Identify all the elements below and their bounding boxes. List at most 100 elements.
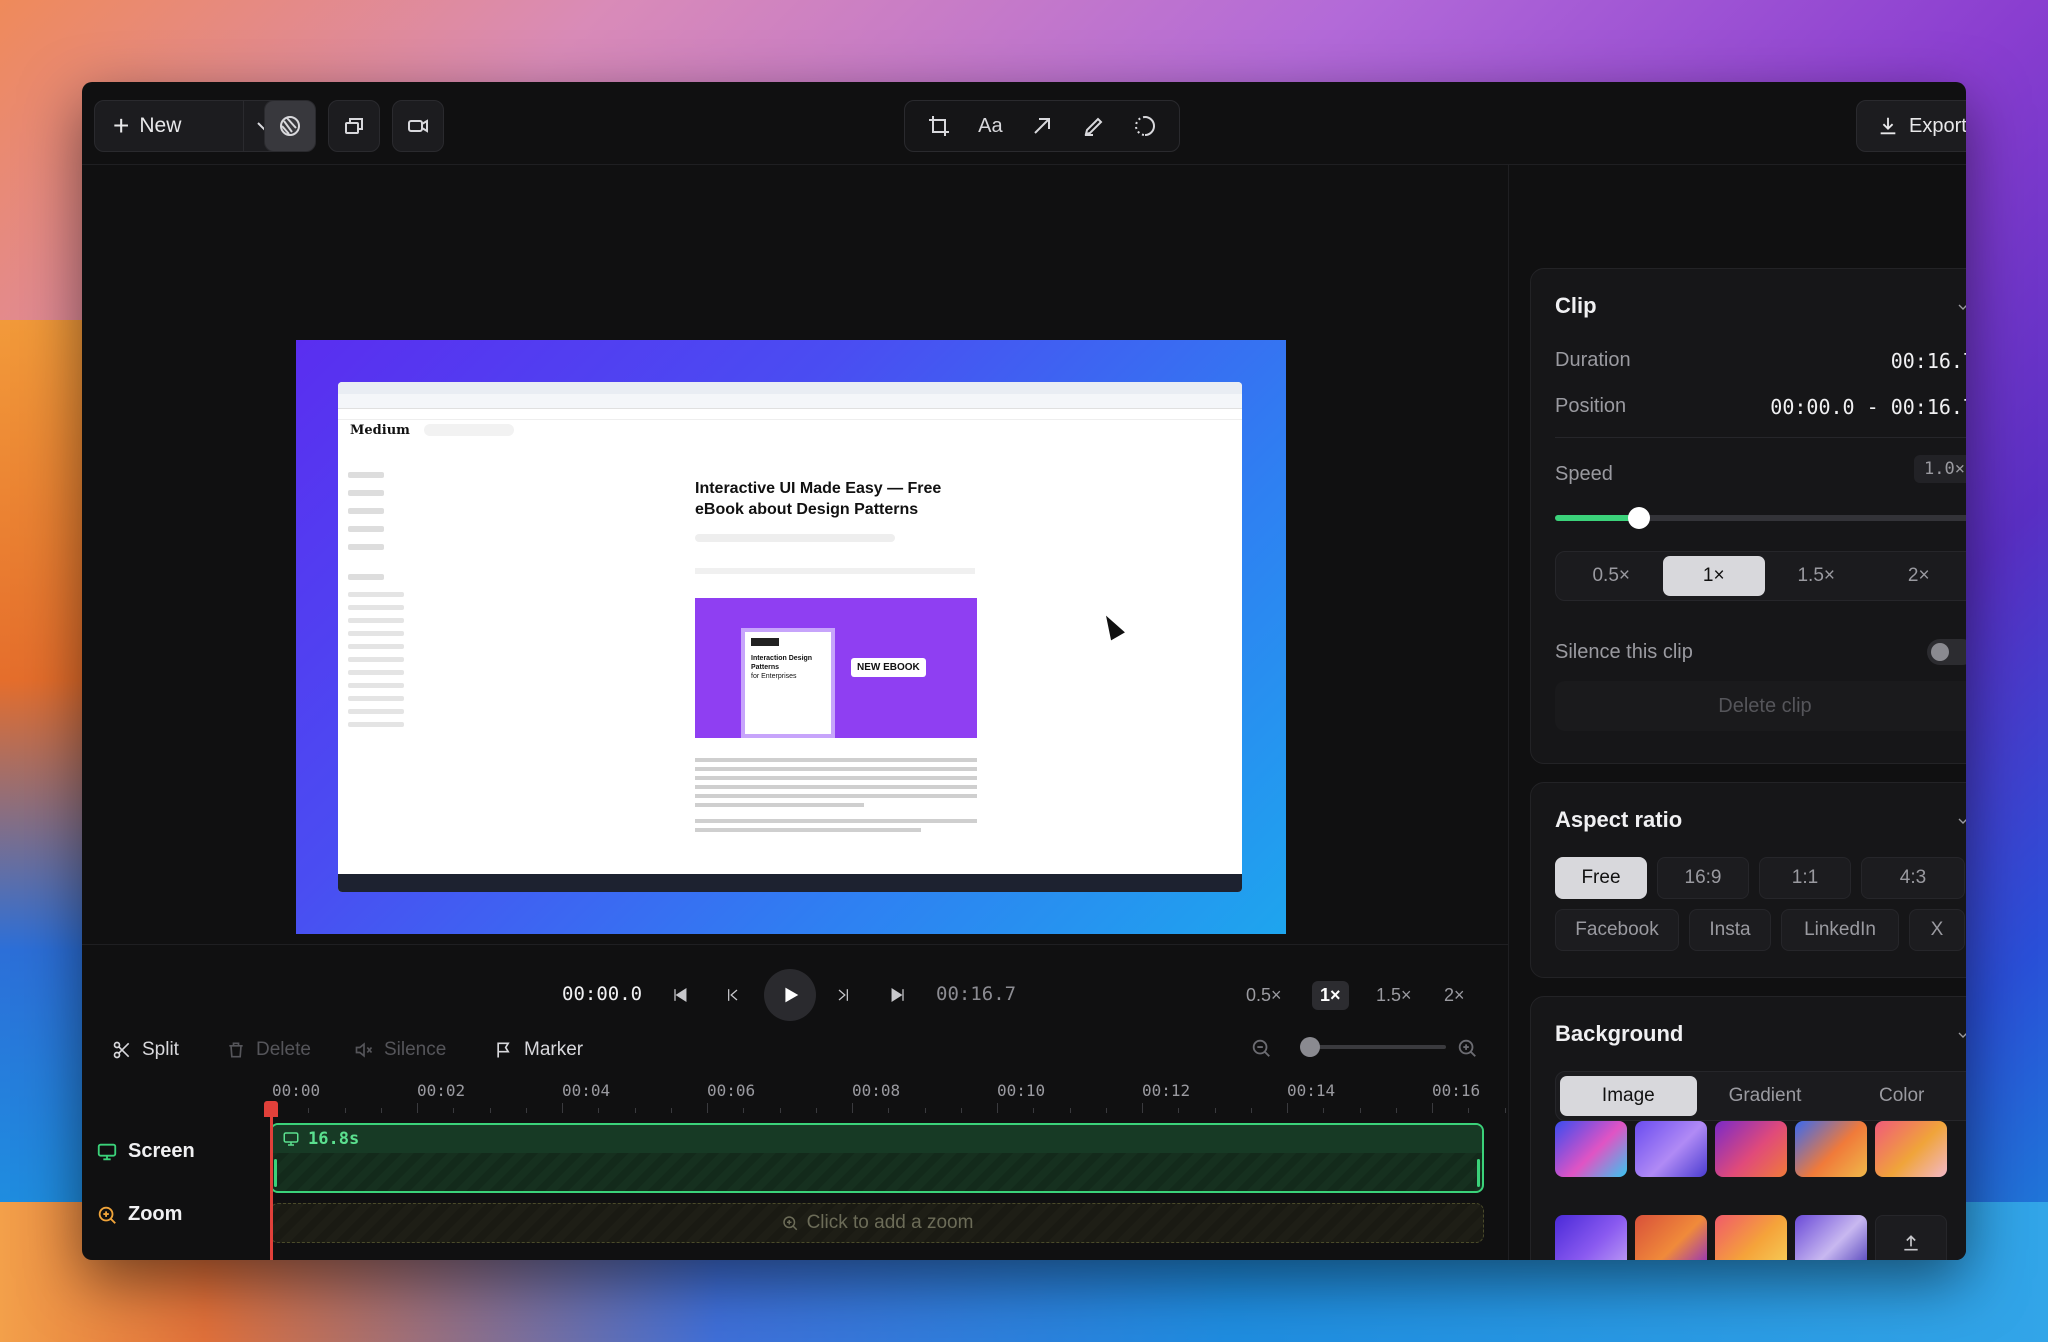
- timeline-tick: [380, 1108, 382, 1113]
- silence-label: Silence: [384, 1039, 447, 1060]
- aspect-insta[interactable]: Insta: [1689, 909, 1771, 951]
- mode-record-screen-button[interactable]: [264, 100, 316, 152]
- text-icon: Aa: [978, 114, 1003, 137]
- arrow-tool[interactable]: [1022, 106, 1062, 146]
- bg-tab-image[interactable]: Image: [1560, 1076, 1697, 1116]
- zoom-in-icon: [782, 1216, 797, 1231]
- mode-window-button[interactable]: [328, 100, 380, 152]
- text-tool[interactable]: Aa: [970, 106, 1010, 146]
- speed-0.5x[interactable]: 0.5×: [1238, 981, 1290, 1010]
- background-swatch[interactable]: [1635, 1215, 1707, 1260]
- clip-collapse-button[interactable]: [1955, 299, 1966, 315]
- chevron-down-icon: [1958, 1032, 1966, 1038]
- background-collapse-button[interactable]: [1955, 1027, 1966, 1043]
- clip-end-handle[interactable]: [1477, 1159, 1480, 1187]
- play-button[interactable]: [764, 969, 816, 1021]
- timeline-zoom-slider[interactable]: [1306, 1045, 1446, 1049]
- step-forward-icon: [838, 989, 848, 1001]
- editor-window: + New Aa Export Medium Interactive UI Ma…: [82, 82, 1966, 1260]
- step-back-icon: [728, 989, 738, 1001]
- clip-speed-2x[interactable]: 2×: [1868, 556, 1967, 596]
- delete-button[interactable]: Delete: [226, 1039, 311, 1061]
- timeline-tick: [779, 1108, 781, 1113]
- timeline-tick-label: 00:10: [997, 1081, 1046, 1100]
- timeline-tick-label: 00:08: [852, 1081, 901, 1100]
- playhead[interactable]: [270, 1115, 273, 1260]
- timeline-tick: [1359, 1108, 1361, 1113]
- blur-tool[interactable]: [1125, 106, 1165, 146]
- clip-speed-1.5x[interactable]: 1.5×: [1765, 556, 1868, 596]
- aspect-x[interactable]: X: [1909, 909, 1965, 951]
- clip-speed-1x[interactable]: 1×: [1662, 556, 1765, 596]
- new-ebook-badge: NEW EBOOK: [851, 658, 926, 677]
- timeline-tick: [634, 1108, 636, 1113]
- background-swatch[interactable]: [1635, 1121, 1707, 1177]
- player-timeline: 00:00.0 00:16.7 0.5× 1× 1.5× 2× Split De…: [82, 944, 1542, 1260]
- zoom-out-button[interactable]: [1250, 1037, 1272, 1059]
- frame-back-button[interactable]: [714, 977, 750, 1013]
- toolbar: + New Aa Export: [82, 82, 1966, 165]
- aspect-4-3[interactable]: 4:3: [1861, 857, 1965, 899]
- background-swatch[interactable]: [1555, 1215, 1627, 1260]
- mode-camera-button[interactable]: [392, 100, 444, 152]
- new-button[interactable]: + New: [94, 100, 244, 152]
- delete-label: Delete: [256, 1039, 311, 1060]
- timeline-ruler[interactable]: 00:00 00:02 00:04 00:06 00:08 00:10 00:12 00:14…: [272, 1081, 1562, 1113]
- video-preview[interactable]: Medium Interactive UI Made Easy — Free e…: [296, 340, 1286, 934]
- skip-start-button[interactable]: [662, 977, 698, 1013]
- marker-button[interactable]: Marker: [494, 1039, 583, 1061]
- background-swatch[interactable]: [1795, 1215, 1867, 1260]
- delete-clip-button[interactable]: Delete clip: [1555, 681, 1966, 731]
- timeline-tick: [1432, 1103, 1433, 1113]
- bg-tab-gradient[interactable]: Gradient: [1697, 1076, 1834, 1116]
- split-button[interactable]: Split: [112, 1039, 179, 1061]
- canvas-area: Medium Interactive UI Made Easy — Free e…: [82, 164, 1509, 944]
- timeline-tick-label: 00:14: [1287, 1081, 1336, 1100]
- clip-duration: 16.8s: [308, 1129, 360, 1149]
- aspect-collapse-button[interactable]: [1955, 813, 1966, 829]
- export-button[interactable]: Export: [1856, 100, 1966, 152]
- trash-icon: [229, 1042, 243, 1058]
- speed-slider-knob[interactable]: [1628, 507, 1651, 529]
- timeline-tick: [1214, 1108, 1216, 1113]
- highlighter-tool[interactable]: [1074, 106, 1114, 146]
- camera-icon: [408, 119, 428, 133]
- aspect-16-9[interactable]: 16:9: [1657, 857, 1749, 899]
- crop-tool[interactable]: [919, 106, 959, 146]
- upload-background-button[interactable]: [1875, 1215, 1947, 1260]
- position-label: Position: [1555, 395, 1627, 417]
- site-search: [423, 424, 514, 436]
- clip-speed-0.5x[interactable]: 0.5×: [1560, 556, 1663, 596]
- clip-speed-options: 0.5× 1× 1.5× 2×: [1555, 551, 1966, 601]
- silence-clip-toggle[interactable]: [1927, 639, 1966, 665]
- speed-1.5x[interactable]: 1.5×: [1368, 981, 1420, 1010]
- background-swatch[interactable]: [1795, 1121, 1867, 1177]
- zoom-in-button[interactable]: [1456, 1037, 1478, 1059]
- clip-start-handle[interactable]: [274, 1159, 277, 1187]
- skip-back-icon: [674, 988, 687, 1002]
- background-swatch[interactable]: [1715, 1121, 1787, 1177]
- monitor-icon: [97, 1143, 117, 1160]
- mute-icon: [355, 1042, 373, 1058]
- silence-button[interactable]: Silence: [354, 1039, 446, 1061]
- add-zoom-area[interactable]: Click to add a zoom: [270, 1203, 1484, 1243]
- timeline-tick: [743, 1108, 745, 1113]
- aspect-facebook[interactable]: Facebook: [1555, 909, 1679, 951]
- aspect-free[interactable]: Free: [1555, 857, 1647, 899]
- background-swatch[interactable]: [1555, 1121, 1627, 1177]
- aspect-ratio-title: Aspect ratio: [1555, 807, 1683, 832]
- timeline-zoom-knob[interactable]: [1300, 1037, 1320, 1057]
- zoom-label: Zoom: [128, 1203, 183, 1225]
- timeline-tick: [670, 1108, 672, 1113]
- skip-end-button[interactable]: [880, 977, 916, 1013]
- background-swatch[interactable]: [1875, 1121, 1947, 1177]
- timeline-tick: [888, 1108, 890, 1113]
- aspect-1-1[interactable]: 1:1: [1759, 857, 1851, 899]
- background-swatch[interactable]: [1715, 1215, 1787, 1260]
- frame-forward-button[interactable]: [826, 977, 862, 1013]
- bg-tab-color[interactable]: Color: [1833, 1076, 1966, 1116]
- speed-2x[interactable]: 2×: [1436, 981, 1473, 1010]
- speed-1x[interactable]: 1×: [1312, 981, 1349, 1010]
- screen-clip[interactable]: 16.8s: [270, 1123, 1484, 1193]
- aspect-linkedin[interactable]: LinkedIn: [1781, 909, 1899, 951]
